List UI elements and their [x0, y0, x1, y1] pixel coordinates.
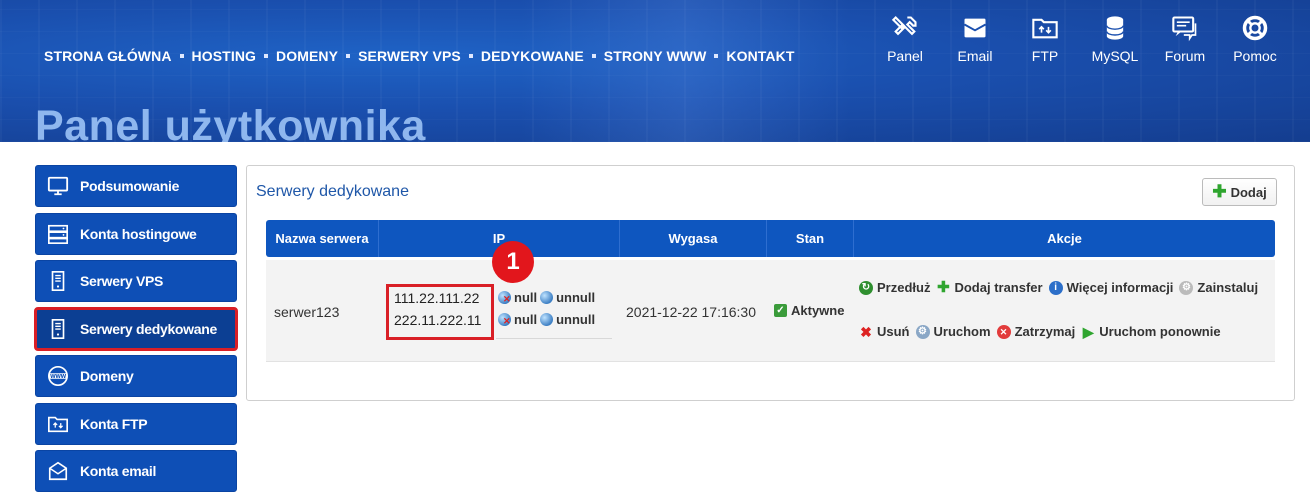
svg-text:WWW: WWW	[50, 374, 67, 380]
server-icon	[51, 318, 65, 339]
ftp-folder-icon	[1032, 18, 1058, 39]
ip-address: 222.11.222.11	[394, 312, 482, 328]
expires-date: 2021-12-22 17:16:30	[626, 304, 756, 320]
monitor-icon	[47, 176, 69, 196]
top-navigation: STRONA GŁÓWNA HOSTING DOMENY SERWERY VPS…	[44, 48, 795, 64]
action-more-info[interactable]: i Więcej informacji	[1048, 280, 1173, 295]
tool-ftp[interactable]: FTP	[1010, 14, 1080, 64]
action-add-transfer[interactable]: ✚ Dodaj transfer	[936, 278, 1042, 296]
status-badge: ✓ Aktywne	[774, 303, 844, 318]
ftp-folder-icon	[48, 416, 68, 432]
tools-icon	[891, 16, 917, 36]
col-actions: Akcje	[1047, 231, 1082, 246]
delete-x-icon: ✖	[860, 323, 872, 340]
add-button[interactable]: ✚ Dodaj	[1202, 178, 1277, 206]
sidebar-item-vps[interactable]: Serwery VPS	[35, 260, 237, 302]
sidebar-item-dedicated-servers[interactable]: Serwery dedykowane	[34, 306, 238, 351]
nav-websites[interactable]: STRONY WWW	[604, 48, 707, 64]
check-icon: ✓	[774, 304, 787, 317]
col-expires: Wygasa	[620, 220, 767, 257]
email-icon	[48, 461, 68, 481]
ip-unnull-link[interactable]: unnull	[556, 312, 595, 327]
globe-remove-icon	[498, 291, 511, 305]
page-title: Panel użytkownika	[35, 102, 426, 142]
globe-icon	[540, 291, 554, 304]
action-install[interactable]: ⚙ Zainstaluj	[1179, 280, 1258, 295]
nav-vps[interactable]: SERWERY VPS	[358, 48, 461, 64]
renew-icon: ↻	[859, 280, 873, 295]
stop-icon: ✕	[996, 324, 1011, 339]
sidebar-item-summary[interactable]: Podsumowanie	[35, 165, 237, 207]
nav-domains[interactable]: DOMENY	[276, 48, 338, 64]
col-server-name: Nazwa serwera	[266, 220, 379, 257]
globe-icon	[540, 313, 554, 326]
annotation-badge: 1	[492, 241, 534, 283]
action-delete[interactable]: ✖ Usuń	[859, 323, 909, 340]
sidebar-item-hosting-accounts[interactable]: Konta hostingowe	[35, 212, 237, 255]
www-globe-icon: WWW	[48, 366, 68, 386]
ip-null-link[interactable]: null	[514, 290, 537, 305]
nav-home[interactable]: STRONA GŁÓWNA	[44, 48, 172, 64]
server-name: serwer123	[274, 304, 340, 320]
ip-null-link[interactable]: null	[514, 312, 537, 327]
server-stack-icon	[48, 224, 68, 244]
tool-panel[interactable]: Panel	[870, 14, 940, 64]
table-header: Nazwa serwera IP Wygasa Stan Akcje	[266, 220, 1275, 257]
sidebar-item-ftp-accounts[interactable]: Konta FTP	[35, 402, 237, 445]
panel-title: Serwery dedykowane	[256, 183, 409, 200]
action-start[interactable]: ⚙ Uruchom	[915, 324, 991, 339]
database-icon	[1106, 16, 1124, 40]
ip-address: 111.22.111.22	[394, 290, 480, 306]
gear-icon: ⚙	[915, 324, 930, 339]
sidebar-item-email-accounts[interactable]: Konta email	[35, 450, 237, 492]
action-stop[interactable]: ✕ Zatrzymaj	[996, 324, 1075, 339]
tool-email[interactable]: Email	[940, 14, 1010, 64]
globe-remove-icon	[498, 313, 511, 327]
plus-icon: ✚	[1212, 182, 1227, 201]
header-banner: STRONA GŁÓWNA HOSTING DOMENY SERWERY VPS…	[0, 0, 1310, 142]
forum-icon	[1172, 16, 1197, 42]
sidebar-item-domains[interactable]: WWW Domeny	[35, 355, 237, 397]
tool-help[interactable]: Pomoc	[1220, 14, 1290, 64]
quick-tools: Panel Email FTP MySQL Forum Pomoc	[870, 14, 1290, 64]
col-status: Stan	[767, 220, 854, 257]
ip-unnull-link[interactable]: unnull	[556, 290, 595, 305]
tool-mysql[interactable]: MySQL	[1080, 14, 1150, 64]
nav-contact[interactable]: KONTAKT	[726, 48, 794, 64]
nav-dedicated[interactable]: DEDYKOWANE	[481, 48, 584, 64]
table-row: serwer123 111.22.111.22 222.11.222.11 nu…	[266, 260, 1275, 362]
tool-forum[interactable]: Forum	[1150, 14, 1220, 64]
install-icon: ⚙	[1179, 280, 1194, 295]
action-restart[interactable]: ▶ Uruchom ponownie	[1081, 323, 1221, 340]
lifebuoy-icon	[1242, 15, 1268, 41]
info-icon: i	[1048, 280, 1063, 295]
dedicated-servers-panel: Serwery dedykowane ✚ Dodaj Nazwa serwera…	[246, 165, 1295, 401]
nav-hosting[interactable]: HOSTING	[192, 48, 256, 64]
plus-icon: ✚	[937, 278, 950, 296]
action-extend[interactable]: ↻ Przedłuż	[859, 280, 930, 295]
server-icon	[51, 271, 65, 291]
sidebar: Podsumowanie Konta hostingowe Serwery VP…	[34, 165, 238, 498]
email-icon	[964, 18, 986, 38]
play-icon: ▶	[1082, 323, 1094, 340]
